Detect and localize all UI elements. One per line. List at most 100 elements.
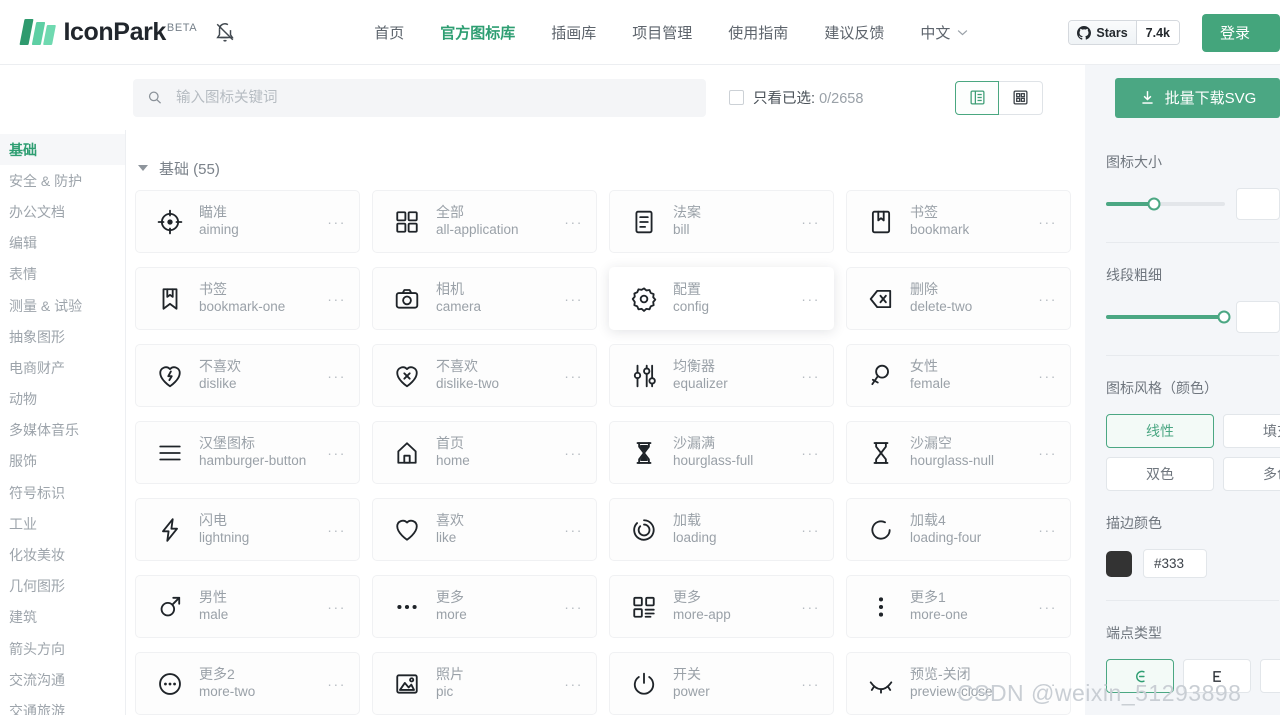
checkbox-box[interactable] [729,90,744,105]
icon-card-bookmark[interactable]: 书签 bookmark ··· [846,190,1071,253]
sidebar-item-16[interactable]: 箭头方向 [0,633,125,664]
icon-card-menu-button[interactable]: ··· [1038,676,1057,692]
icon-card-menu-button[interactable]: ··· [564,214,583,230]
icon-card-menu-button[interactable]: ··· [1038,522,1057,538]
icon-card-more-app[interactable]: 更多 more-app ··· [609,575,834,638]
icon-card-menu-button[interactable]: ··· [564,676,583,692]
sidebar-item-0[interactable]: 基础 [0,134,125,166]
icon-card-delete-two[interactable]: 删除 delete-two ··· [846,267,1071,330]
icon-card-menu-button[interactable]: ··· [801,291,820,307]
icon-card-power[interactable]: 开关 power ··· [609,652,834,715]
batch-download-svg-button[interactable]: 批量下载SVG [1115,77,1280,118]
icon-size-slider[interactable] [1106,197,1225,211]
icon-card-menu-button[interactable]: ··· [327,522,346,538]
icon-card-hamburger-button[interactable]: 汉堡图标 hamburger-button ··· [135,421,360,484]
nav-item-home[interactable]: 首页 [374,22,404,43]
icon-card-preview-close[interactable]: 预览-关闭 preview-close ··· [846,652,1071,715]
nav-item-illustrations[interactable]: 插画库 [551,22,596,43]
nav-item-official-icons[interactable]: 官方图标库 [440,22,515,43]
sidebar-item-5[interactable]: 测量 & 试验 [0,290,125,321]
sidebar-item-9[interactable]: 多媒体音乐 [0,415,125,446]
bell-off-icon[interactable] [214,21,236,43]
icon-card-menu-button[interactable]: ··· [801,214,820,230]
icon-card-menu-button[interactable]: ··· [801,676,820,692]
icon-card-aiming[interactable]: 瞄准 aiming ··· [135,190,360,253]
icon-card-menu-button[interactable]: ··· [327,445,346,461]
icon-card-menu-button[interactable]: ··· [1038,291,1057,307]
color-swatch[interactable] [1106,550,1132,577]
login-button[interactable]: 登录 [1202,13,1280,52]
style-button-linear[interactable]: 线性 [1106,414,1214,448]
icon-card-hourglass-full[interactable]: 沙漏满 hourglass-full ··· [609,421,834,484]
line-cap-round-button[interactable] [1106,659,1174,693]
icon-card-menu-button[interactable]: ··· [327,676,346,692]
icon-card-menu-button[interactable]: ··· [327,291,346,307]
category-sidebar[interactable]: 基础 安全 & 防护 办公文档 编辑 表情 测量 & 试验 抽象图形 电商财产 动物 多媒体音乐服… [0,130,126,715]
search-box[interactable] [133,78,706,117]
nav-item-feedback[interactable]: 建议反馈 [824,22,884,43]
icon-card-female[interactable]: 女性 female ··· [846,344,1071,407]
icon-card-menu-button[interactable]: ··· [564,599,583,615]
icon-card-menu-button[interactable]: ··· [564,291,583,307]
icon-card-like[interactable]: 喜欢 like ··· [372,498,597,561]
sidebar-item-1[interactable]: 安全 & 防护 [0,165,125,196]
icon-card-config[interactable]: 配置 config ··· [609,267,834,330]
style-button-filled[interactable]: 填充 [1223,414,1280,448]
stroke-width-slider-knob[interactable] [1217,310,1231,324]
icon-card-menu-button[interactable]: ··· [1038,368,1057,384]
icon-card-dislike-two[interactable]: 不喜欢 dislike-two ··· [372,344,597,407]
icon-card-menu-button[interactable]: ··· [801,522,820,538]
stroke-width-input[interactable] [1236,301,1280,333]
icon-card-menu-button[interactable]: ··· [327,368,346,384]
sidebar-item-14[interactable]: 几何图形 [0,571,125,602]
icon-card-more-two[interactable]: 更多2 more-two ··· [135,652,360,715]
nav-item-projects[interactable]: 项目管理 [632,22,692,43]
icon-card-dislike[interactable]: 不喜欢 dislike ··· [135,344,360,407]
sidebar-item-15[interactable]: 建筑 [0,602,125,633]
nav-item-guide[interactable]: 使用指南 [728,22,788,43]
icon-card-camera[interactable]: 相机 camera ··· [372,267,597,330]
icon-card-menu-button[interactable]: ··· [801,368,820,384]
line-cap-square-button[interactable] [1260,659,1280,693]
logo[interactable]: IconPark BETA [19,18,236,47]
icon-card-bill[interactable]: 法案 bill ··· [609,190,834,253]
icon-card-menu-button[interactable]: ··· [801,599,820,615]
sidebar-item-4[interactable]: 表情 [0,259,125,290]
icon-card-menu-button[interactable]: ··· [327,599,346,615]
icon-card-equalizer[interactable]: 均衡器 equalizer ··· [609,344,834,407]
sidebar-item-10[interactable]: 服饰 [0,446,125,477]
icon-card-all-application[interactable]: 全部 all-application ··· [372,190,597,253]
line-cap-butt-button[interactable] [1183,659,1251,693]
sidebar-item-8[interactable]: 动物 [0,384,125,415]
github-stars-badge[interactable]: Stars 7.4k [1068,20,1180,45]
sidebar-item-13[interactable]: 化妆美妆 [0,539,125,570]
icon-card-menu-button[interactable]: ··· [564,368,583,384]
search-input[interactable] [174,88,692,107]
icon-size-slider-knob[interactable] [1147,197,1161,211]
only-selected-checkbox[interactable]: 只看已选: 0/2658 [729,87,863,108]
icon-card-more[interactable]: 更多 more ··· [372,575,597,638]
sidebar-item-2[interactable]: 办公文档 [0,196,125,227]
icon-size-input[interactable] [1236,188,1280,220]
sidebar-item-11[interactable]: 符号标识 [0,477,125,508]
sidebar-item-7[interactable]: 电商财产 [0,352,125,383]
language-selector[interactable]: 中文 [920,22,968,43]
icon-card-menu-button[interactable]: ··· [1038,599,1057,615]
icon-card-male[interactable]: 男性 male ··· [135,575,360,638]
icon-card-menu-button[interactable]: ··· [564,522,583,538]
sidebar-item-18[interactable]: 交通旅游 [0,695,125,715]
sidebar-item-3[interactable]: 编辑 [0,228,125,259]
sidebar-item-6[interactable]: 抽象图形 [0,321,125,352]
style-button-multi-color[interactable]: 多色 [1223,457,1280,491]
chevron-down-icon[interactable] [138,165,148,171]
icon-card-loading[interactable]: 加载 loading ··· [609,498,834,561]
icon-card-menu-button[interactable]: ··· [1038,445,1057,461]
icon-card-pic[interactable]: 照片 pic ··· [372,652,597,715]
icon-card-menu-button[interactable]: ··· [1038,214,1057,230]
icon-card-loading-four[interactable]: 加载4 loading-four ··· [846,498,1071,561]
icon-card-home[interactable]: 首页 home ··· [372,421,597,484]
icon-card-lightning[interactable]: 闪电 lightning ··· [135,498,360,561]
sidebar-item-12[interactable]: 工业 [0,508,125,539]
group-header[interactable]: 基础 (55) [126,146,1085,190]
style-button-two-tone[interactable]: 双色 [1106,457,1214,491]
